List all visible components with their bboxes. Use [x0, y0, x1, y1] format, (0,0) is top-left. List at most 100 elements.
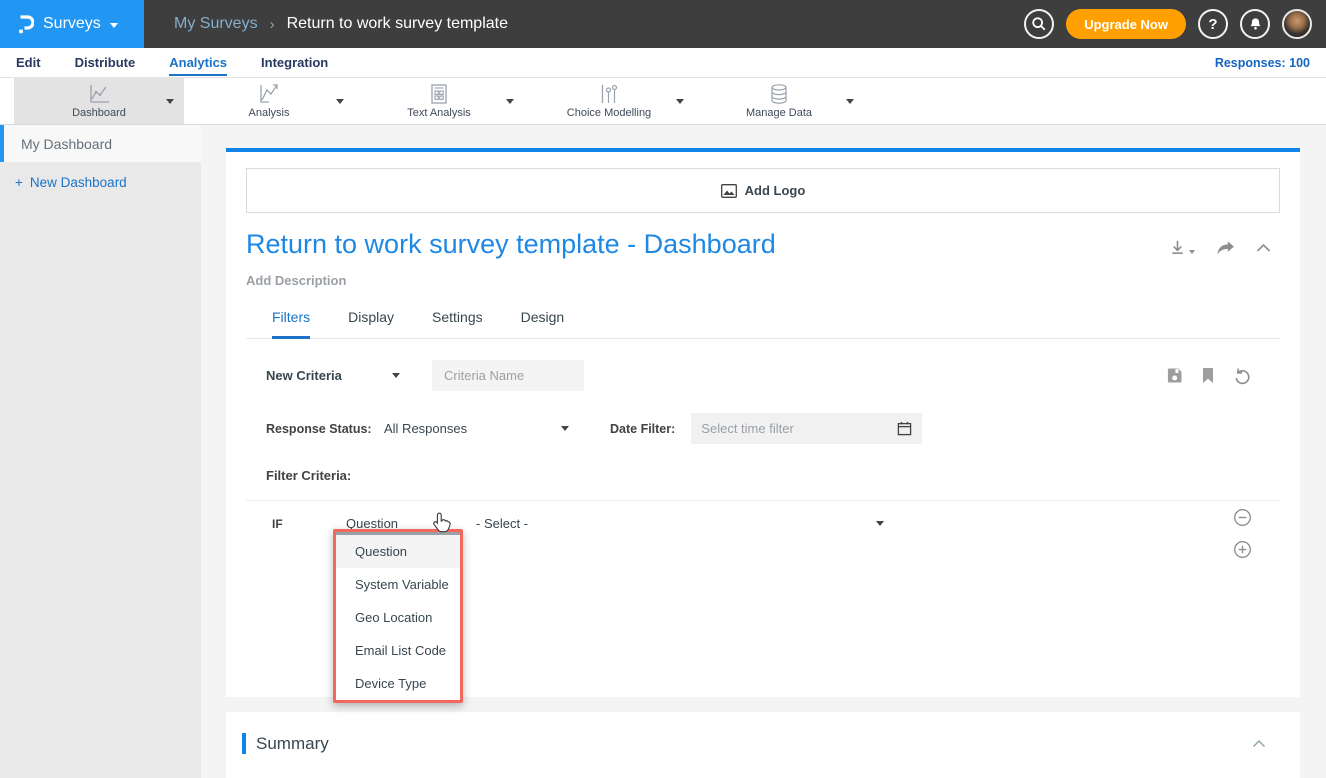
circle-plus-icon	[1233, 540, 1252, 559]
dropdown-option-question[interactable]: Question	[336, 535, 460, 568]
upgrade-now-button[interactable]: Upgrade Now	[1066, 9, 1186, 39]
circle-minus-icon	[1233, 508, 1252, 527]
toolbar-analysis[interactable]: Analysis	[184, 78, 354, 124]
new-dashboard-button[interactable]: + New Dashboard	[0, 175, 201, 190]
response-status-value: All Responses	[384, 421, 467, 436]
toolbar-manage-data-label: Manage Data	[746, 107, 812, 119]
breadcrumb-my-surveys[interactable]: My Surveys	[174, 15, 258, 33]
image-icon	[721, 184, 737, 198]
summary-card: Summary	[226, 712, 1300, 778]
nav-edit[interactable]: Edit	[16, 50, 41, 76]
analysis-chart-icon	[257, 83, 281, 105]
plus-icon: +	[15, 175, 23, 190]
chevron-down-icon[interactable]	[506, 99, 514, 104]
reset-criteria-button[interactable]	[1233, 367, 1251, 385]
divider	[246, 500, 1280, 501]
add-condition-button[interactable]	[1233, 540, 1252, 559]
page-title[interactable]: Return to work survey template - Dashboa…	[246, 229, 776, 260]
date-filter-label: Date Filter:	[610, 422, 675, 436]
chevron-down-icon	[1189, 250, 1195, 254]
breadcrumb-separator: ›	[270, 16, 275, 33]
toolbar-text-analysis[interactable]: Text Analysis	[354, 78, 524, 124]
chevron-down-icon	[392, 373, 400, 378]
bell-icon	[1248, 16, 1263, 32]
summary-title: Summary	[256, 734, 329, 754]
collapse-header-button[interactable]	[1256, 243, 1271, 253]
reset-icon	[1233, 367, 1251, 385]
save-icon	[1166, 367, 1183, 384]
database-icon	[768, 83, 790, 105]
text-analysis-icon	[428, 83, 450, 105]
tab-display[interactable]: Display	[348, 309, 394, 339]
question-select[interactable]: - Select -	[476, 516, 884, 531]
toolbar-choice-modelling[interactable]: Choice Modelling	[524, 78, 694, 124]
if-label: IF	[272, 517, 290, 531]
dashboard-sidebar: My Dashboard + New Dashboard	[0, 125, 201, 778]
chevron-down-icon[interactable]	[336, 99, 344, 104]
chevron-up-icon	[1252, 739, 1266, 748]
new-criteria-select[interactable]: New Criteria	[266, 368, 400, 383]
share-icon	[1216, 240, 1235, 256]
condition-source-dropdown: Question System Variable Geo Location Em…	[333, 529, 463, 703]
new-dashboard-label: New Dashboard	[30, 175, 127, 190]
save-criteria-button[interactable]	[1166, 367, 1183, 384]
toolbar-analysis-label: Analysis	[249, 107, 290, 119]
criteria-name-input[interactable]	[432, 360, 584, 391]
share-button[interactable]	[1216, 240, 1235, 256]
responses-count[interactable]: Responses: 100	[1215, 56, 1310, 70]
collapse-summary-button[interactable]	[1252, 739, 1266, 748]
criteria-row: New Criteria	[266, 360, 1300, 391]
nav-items: Edit Distribute Analytics Integration	[16, 50, 328, 76]
tab-design[interactable]: Design	[521, 309, 565, 339]
question-mark-icon: ?	[1208, 16, 1217, 33]
dropdown-option-system-variable[interactable]: System Variable	[336, 568, 460, 601]
top-bar: Surveys My Surveys › Return to work surv…	[0, 0, 1326, 48]
toolbar-text-analysis-label: Text Analysis	[407, 107, 471, 119]
chevron-up-icon	[438, 521, 446, 526]
toolbar-manage-data[interactable]: Manage Data	[694, 78, 864, 124]
bookmark-criteria-button[interactable]	[1201, 367, 1215, 384]
date-filter-input[interactable]: Select time filter	[691, 413, 922, 444]
chevron-down-icon[interactable]	[676, 99, 684, 104]
user-avatar[interactable]	[1282, 9, 1312, 39]
chevron-down-icon	[561, 426, 569, 431]
tab-filters[interactable]: Filters	[272, 309, 310, 339]
calendar-icon	[897, 421, 912, 436]
topbar-actions: Upgrade Now ?	[1024, 9, 1326, 39]
title-actions	[1169, 229, 1280, 256]
product-label: Surveys	[43, 15, 101, 33]
tab-settings[interactable]: Settings	[432, 309, 483, 339]
remove-condition-button[interactable]	[1233, 508, 1252, 527]
add-description[interactable]: Add Description	[246, 273, 1280, 288]
response-status-label: Response Status:	[266, 422, 384, 436]
nav-integration[interactable]: Integration	[261, 50, 328, 76]
download-button[interactable]	[1169, 239, 1195, 256]
notifications-button[interactable]	[1240, 9, 1270, 39]
criteria-actions	[1166, 367, 1300, 385]
chevron-down-icon[interactable]	[166, 99, 174, 104]
question-select-placeholder: - Select -	[476, 516, 528, 531]
add-logo-label: Add Logo	[745, 183, 806, 198]
nav-distribute[interactable]: Distribute	[75, 50, 136, 76]
toolbar-dashboard[interactable]: Dashboard	[14, 78, 184, 124]
breadcrumb: My Surveys › Return to work survey templ…	[144, 15, 508, 33]
help-button[interactable]: ?	[1198, 9, 1228, 39]
dropdown-option-device-type[interactable]: Device Type	[336, 667, 460, 700]
toolbar-dashboard-label: Dashboard	[72, 107, 126, 119]
questionpro-logo-icon	[16, 13, 34, 35]
chevron-down-icon[interactable]	[846, 99, 854, 104]
dropdown-option-email-list-code[interactable]: Email List Code	[336, 634, 460, 667]
product-switcher[interactable]: Surveys	[0, 0, 144, 48]
breadcrumb-current: Return to work survey template	[287, 15, 508, 33]
dropdown-option-geo-location[interactable]: Geo Location	[336, 601, 460, 634]
title-row: Return to work survey template - Dashboa…	[246, 229, 1280, 260]
sidebar-item-label: My Dashboard	[21, 136, 112, 152]
bookmark-icon	[1201, 367, 1215, 384]
chevron-up-icon	[1256, 243, 1271, 253]
add-logo-box[interactable]: Add Logo	[246, 168, 1280, 213]
search-button[interactable]	[1024, 9, 1054, 39]
dashboard-chart-icon	[87, 83, 111, 105]
sidebar-item-my-dashboard[interactable]: My Dashboard	[0, 125, 201, 162]
response-status-select[interactable]: All Responses	[384, 421, 569, 436]
nav-analytics[interactable]: Analytics	[169, 50, 227, 76]
